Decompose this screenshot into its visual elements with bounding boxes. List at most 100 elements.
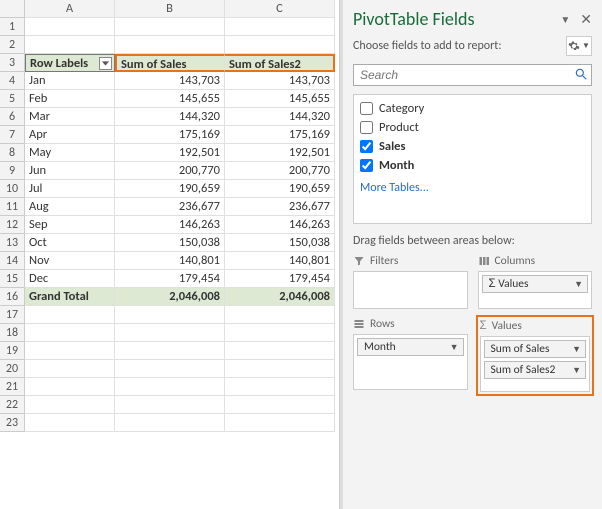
row-header[interactable]: 4 (0, 72, 25, 90)
pivot-value[interactable]: 143,703 (225, 72, 335, 90)
row-labels-header[interactable]: Row Labels (25, 54, 115, 72)
row-header[interactable]: 17 (0, 306, 25, 324)
empty-cell[interactable] (225, 378, 335, 396)
field-checkbox[interactable] (360, 159, 373, 172)
pivot-row-label[interactable]: Dec (25, 270, 115, 288)
column-header[interactable]: B (115, 0, 225, 18)
row-header[interactable]: 10 (0, 180, 25, 198)
empty-cell[interactable] (225, 36, 335, 54)
empty-cell[interactable] (115, 414, 225, 432)
pivot-row-label[interactable]: Feb (25, 90, 115, 108)
pivot-value[interactable]: 175,169 (115, 126, 225, 144)
pivot-value[interactable]: 146,263 (225, 216, 335, 234)
field-checkbox[interactable] (360, 140, 373, 153)
pivot-row-label[interactable]: Apr (25, 126, 115, 144)
empty-cell[interactable] (25, 360, 115, 378)
row-header[interactable]: 5 (0, 90, 25, 108)
pivot-value[interactable]: 236,677 (115, 198, 225, 216)
row-header[interactable]: 18 (0, 324, 25, 342)
pivot-value[interactable]: 190,659 (115, 180, 225, 198)
empty-cell[interactable] (25, 18, 115, 36)
pivot-value[interactable]: 144,320 (115, 108, 225, 126)
field-item[interactable]: Sales (360, 139, 585, 154)
empty-cell[interactable] (115, 18, 225, 36)
empty-cell[interactable] (115, 306, 225, 324)
columns-area[interactable]: Columns Σ Values▼ (478, 254, 593, 309)
empty-cell[interactable] (25, 324, 115, 342)
empty-cell[interactable] (25, 36, 115, 54)
pivot-row-label[interactable]: Nov (25, 252, 115, 270)
empty-cell[interactable] (25, 306, 115, 324)
row-labels-dropdown[interactable] (99, 57, 112, 70)
row-header[interactable]: 3 (0, 54, 25, 72)
col-header-sales[interactable]: Sum of Sales (115, 54, 225, 72)
row-header[interactable]: 22 (0, 396, 25, 414)
empty-cell[interactable] (115, 378, 225, 396)
close-icon[interactable]: ✕ (580, 11, 592, 28)
empty-cell[interactable] (225, 342, 335, 360)
pane-menu-caret-icon[interactable]: ▼ (560, 13, 570, 26)
pivot-value[interactable]: 190,659 (225, 180, 335, 198)
field-settings-button[interactable]: ▼ (566, 36, 592, 56)
filters-area[interactable]: Filters (353, 254, 468, 309)
values-area[interactable]: ΣValues Sum of Sales▼Sum of Sales2▼ (478, 317, 593, 394)
pivot-value[interactable]: 144,320 (225, 108, 335, 126)
pivot-row-label[interactable]: Aug (25, 198, 115, 216)
grand-total-value[interactable]: 2,046,008 (115, 288, 225, 306)
pivot-value[interactable]: 145,655 (115, 90, 225, 108)
search-icon[interactable] (574, 67, 588, 85)
empty-cell[interactable] (25, 378, 115, 396)
field-item[interactable]: Category (360, 101, 585, 116)
pivot-row-label[interactable]: Jan (25, 72, 115, 90)
pivot-value[interactable]: 175,169 (225, 126, 335, 144)
col-header-sales2[interactable]: Sum of Sales2 (225, 54, 335, 72)
grand-total-value[interactable]: 2,046,008 (225, 288, 335, 306)
empty-cell[interactable] (225, 306, 335, 324)
empty-cell[interactable] (115, 36, 225, 54)
empty-cell[interactable] (225, 414, 335, 432)
pivot-value[interactable]: 140,801 (225, 252, 335, 270)
field-item[interactable]: Month (360, 158, 585, 173)
empty-cell[interactable] (115, 396, 225, 414)
corner-cell[interactable] (0, 0, 25, 18)
pivot-value[interactable]: 179,454 (225, 270, 335, 288)
column-header[interactable]: C (225, 0, 335, 18)
column-header[interactable]: A (25, 0, 115, 18)
pivot-value[interactable]: 200,770 (225, 162, 335, 180)
row-header[interactable]: 8 (0, 144, 25, 162)
row-header[interactable]: 11 (0, 198, 25, 216)
field-checkbox[interactable] (360, 121, 373, 134)
row-header[interactable]: 20 (0, 360, 25, 378)
pivot-value[interactable]: 146,263 (115, 216, 225, 234)
empty-cell[interactable] (225, 324, 335, 342)
pivot-row-label[interactable]: Jul (25, 180, 115, 198)
rows-area[interactable]: Rows Month▼ (353, 317, 468, 394)
field-item[interactable]: Product (360, 120, 585, 135)
pivot-value[interactable]: 150,038 (115, 234, 225, 252)
rows-pill-month[interactable]: Month▼ (357, 338, 464, 356)
empty-cell[interactable] (115, 360, 225, 378)
row-header[interactable]: 16 (0, 288, 25, 306)
empty-cell[interactable] (25, 396, 115, 414)
pivot-row-label[interactable]: May (25, 144, 115, 162)
row-header[interactable]: 6 (0, 108, 25, 126)
empty-cell[interactable] (25, 342, 115, 360)
pivot-value[interactable]: 150,038 (225, 234, 335, 252)
row-header[interactable]: 1 (0, 18, 25, 36)
pivot-value[interactable]: 145,655 (225, 90, 335, 108)
values-pill[interactable]: Sum of Sales2▼ (484, 361, 587, 379)
pivot-row-label[interactable]: Jun (25, 162, 115, 180)
pivot-value[interactable]: 200,770 (115, 162, 225, 180)
row-header[interactable]: 7 (0, 126, 25, 144)
pivot-row-label[interactable]: Mar (25, 108, 115, 126)
pivot-value[interactable]: 236,677 (225, 198, 335, 216)
empty-cell[interactable] (25, 414, 115, 432)
row-header[interactable]: 21 (0, 378, 25, 396)
pivot-value[interactable]: 179,454 (115, 270, 225, 288)
pivot-value[interactable]: 192,501 (225, 144, 335, 162)
empty-cell[interactable] (225, 18, 335, 36)
empty-cell[interactable] (225, 396, 335, 414)
row-header[interactable]: 2 (0, 36, 25, 54)
row-header[interactable]: 9 (0, 162, 25, 180)
row-header[interactable]: 23 (0, 414, 25, 432)
